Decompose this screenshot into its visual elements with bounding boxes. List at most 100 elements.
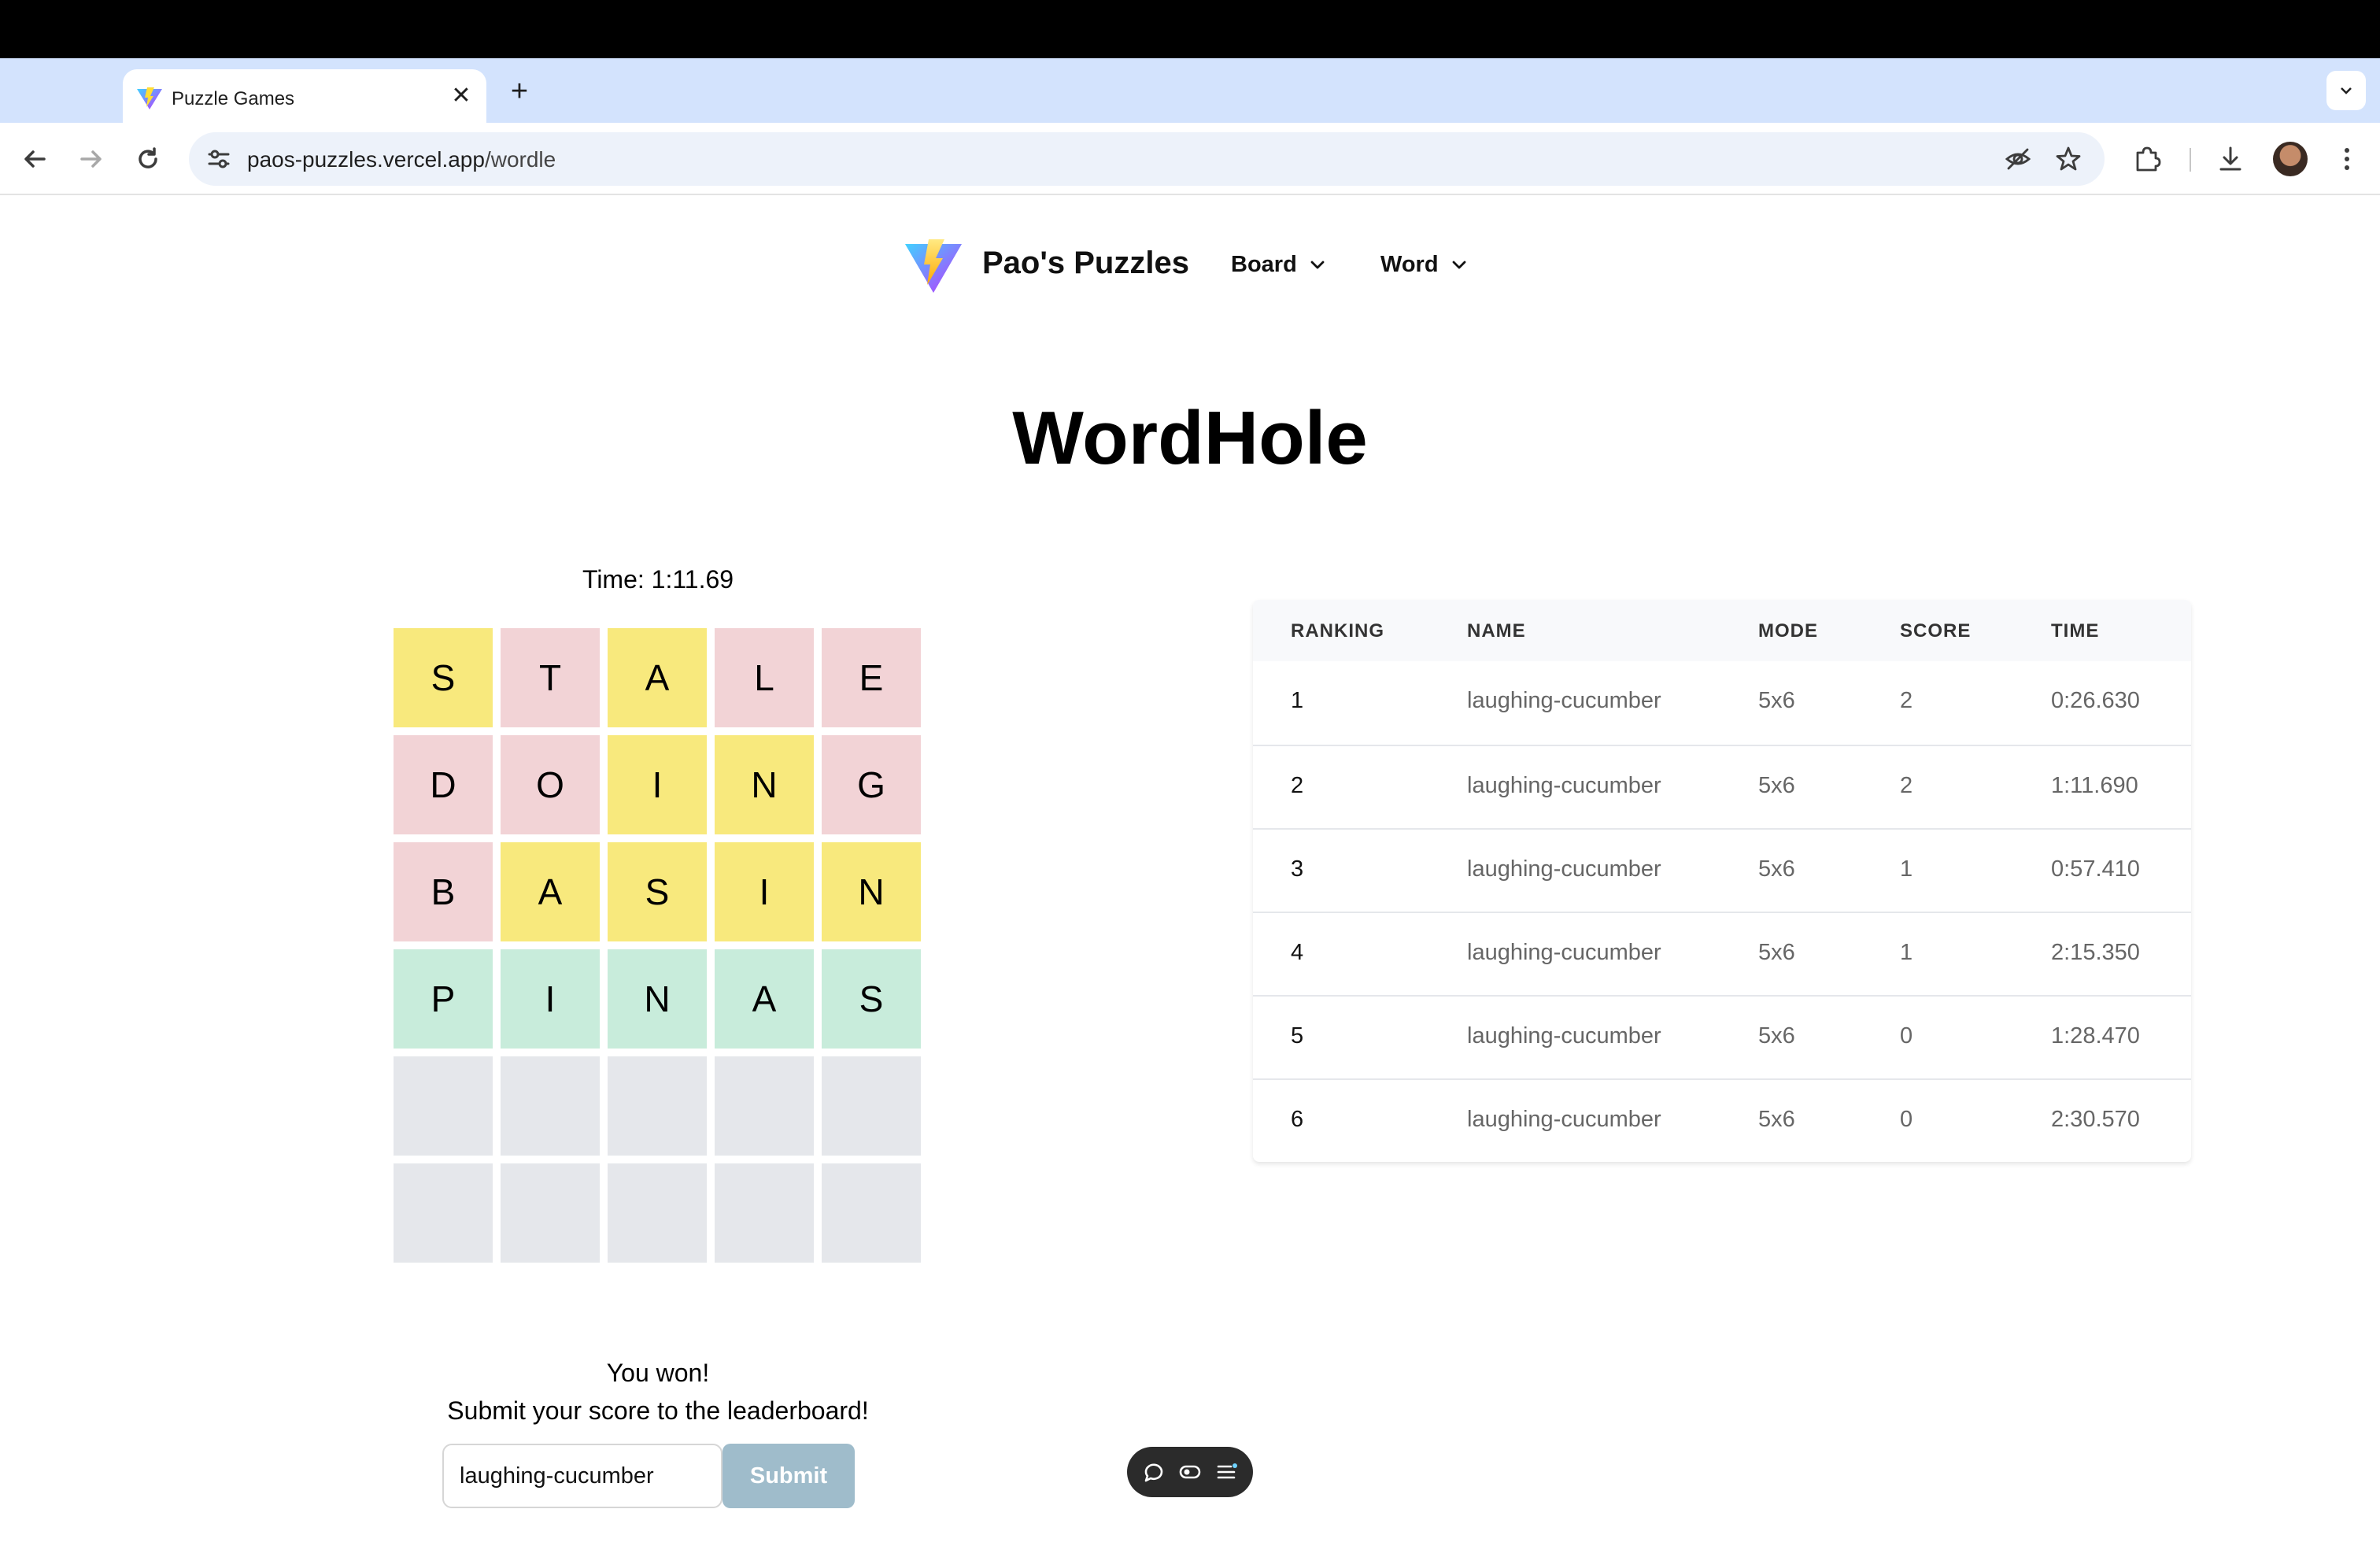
arrow-right-icon — [80, 150, 102, 168]
board-cell: G — [822, 735, 921, 834]
leaderboard-body: 1 laughing-cucumber 5x6 2 0:26.630 2 laughing-… — [1253, 661, 2191, 1162]
kebab-menu-icon[interactable] — [2331, 143, 2363, 175]
cell-name: laughing-cucumber — [1467, 1107, 1661, 1132]
cell-score: 2 — [1900, 773, 1913, 798]
back-button[interactable] — [17, 142, 52, 176]
cell-mode: 5x6 — [1758, 688, 1795, 713]
leaderboard-header: RANKING NAME MODE SCORE TIME — [1253, 600, 2191, 661]
board-cell: T — [501, 628, 600, 727]
column-header-score: SCORE — [1900, 620, 1972, 642]
cell-time: 2:30.570 — [2051, 1107, 2140, 1132]
url-text[interactable]: paos-puzzles.vercel.app/wordle — [247, 147, 556, 172]
menu-board[interactable]: Board — [1231, 252, 1327, 278]
board-cell: N — [715, 735, 814, 834]
board-cell: S — [822, 949, 921, 1049]
cell-rank: 1 — [1291, 688, 1304, 713]
board-cell: A — [715, 949, 814, 1049]
window-top-bar — [0, 0, 2380, 58]
address-bar[interactable]: paos-puzzles.vercel.app/wordle — [189, 132, 2105, 186]
cell-name: laughing-cucumber — [1467, 1023, 1661, 1049]
cell-time: 0:57.410 — [2051, 856, 2140, 882]
cell-time: 1:28.470 — [2051, 1023, 2140, 1049]
board-cell — [501, 1056, 600, 1156]
eye-off-icon[interactable] — [2004, 145, 2032, 173]
cell-score: 1 — [1900, 940, 1913, 965]
board-cell: P — [394, 949, 493, 1049]
chevron-down-icon — [1310, 261, 1325, 269]
cell-mode: 5x6 — [1758, 940, 1795, 965]
cell-mode: 5x6 — [1758, 1023, 1795, 1049]
download-icon[interactable] — [2215, 143, 2246, 175]
url-host: paos-puzzles.vercel.app — [247, 147, 485, 172]
column-header-name: NAME — [1467, 620, 1526, 642]
board-cell — [822, 1056, 921, 1156]
profile-avatar[interactable] — [2273, 142, 2308, 176]
cell-score: 0 — [1900, 1023, 1913, 1049]
browser-toolbar: paos-puzzles.vercel.app/wordle — [0, 123, 2380, 195]
forward-button[interactable] — [74, 142, 109, 176]
cell-rank: 6 — [1291, 1107, 1304, 1132]
cell-rank: 2 — [1291, 773, 1304, 798]
table-row: 3 laughing-cucumber 5x6 1 0:57.410 — [1253, 828, 2191, 912]
page-title: WordHole — [1012, 396, 1368, 480]
tab-puzzle-games[interactable]: Puzzle Games ✕ — [123, 69, 486, 124]
chevron-down-icon — [1452, 261, 1465, 269]
cell-time: 0:26.630 — [2051, 688, 2140, 713]
tab-title: Puzzle Games — [172, 88, 295, 109]
vite-logo-icon — [137, 87, 162, 109]
table-row: 4 laughing-cucumber 5x6 1 2:15.350 — [1253, 912, 2191, 995]
menu-word[interactable]: Word — [1380, 252, 1469, 278]
cell-name: laughing-cucumber — [1467, 856, 1661, 882]
table-row: 5 laughing-cucumber 5x6 0 1:28.470 — [1253, 995, 2191, 1078]
board-cell: N — [608, 949, 707, 1049]
cell-name: laughing-cucumber — [1467, 688, 1661, 713]
tab-strip: Puzzle Games ✕ + — [0, 58, 2380, 124]
board-cell: D — [394, 735, 493, 834]
game-timer: Time: 1:11.69 — [582, 565, 734, 594]
board-cell — [608, 1056, 707, 1156]
reload-icon — [139, 147, 157, 168]
site-logo-icon[interactable] — [904, 238, 963, 294]
board-cell: I — [715, 842, 814, 941]
column-header-ranking: RANKING — [1291, 620, 1384, 642]
board-cell — [715, 1056, 814, 1156]
cell-name: laughing-cucumber — [1467, 940, 1661, 965]
menu-board-label: Board — [1231, 252, 1297, 277]
new-tab-button[interactable]: + — [504, 76, 535, 107]
table-row: 1 laughing-cucumber 5x6 2 0:26.630 — [1253, 661, 2191, 745]
board-cell — [608, 1163, 707, 1263]
table-row: 6 laughing-cucumber 5x6 0 2:30.570 — [1253, 1078, 2191, 1162]
board-cell: S — [394, 628, 493, 727]
star-icon[interactable] — [2054, 145, 2082, 173]
board-cell — [822, 1163, 921, 1263]
column-header-time: TIME — [2051, 620, 2100, 642]
player-name-input[interactable] — [442, 1444, 722, 1508]
site-header: Pao's Puzzles Board Word — [0, 197, 2380, 335]
toolbar-divider — [2190, 148, 2191, 172]
board-cell: S — [608, 842, 707, 941]
tune-icon[interactable] — [205, 145, 233, 173]
board-cell: A — [501, 842, 600, 941]
floating-toolbar — [1127, 1447, 1253, 1497]
puzzle-piece-icon[interactable] — [2131, 143, 2163, 175]
board-cell: I — [608, 735, 707, 834]
cell-rank: 5 — [1291, 1023, 1304, 1049]
board-cell: E — [822, 628, 921, 727]
chat-bubble-icon[interactable] — [1141, 1459, 1166, 1485]
submit-score-button[interactable]: Submit — [722, 1444, 855, 1508]
reload-button[interactable] — [131, 142, 165, 176]
toggle-icon[interactable] — [1177, 1459, 1203, 1485]
board-cell: B — [394, 842, 493, 941]
list-icon[interactable] — [1214, 1459, 1239, 1485]
cell-score: 2 — [1900, 688, 1913, 713]
leaderboard-table: RANKING NAME MODE SCORE TIME 1 laughing-c… — [1253, 600, 2191, 1162]
tab-search-button[interactable] — [2326, 71, 2366, 110]
close-tab-icon[interactable]: ✕ — [447, 82, 475, 110]
board-cell: L — [715, 628, 814, 727]
cell-score: 1 — [1900, 856, 1913, 882]
site-brand[interactable]: Pao's Puzzles — [982, 246, 1189, 281]
cell-mode: 5x6 — [1758, 1107, 1795, 1132]
cell-time: 1:11.690 — [2051, 773, 2138, 798]
board-cell: N — [822, 842, 921, 941]
submit-prompt: Submit your score to the leaderboard! — [447, 1396, 869, 1425]
